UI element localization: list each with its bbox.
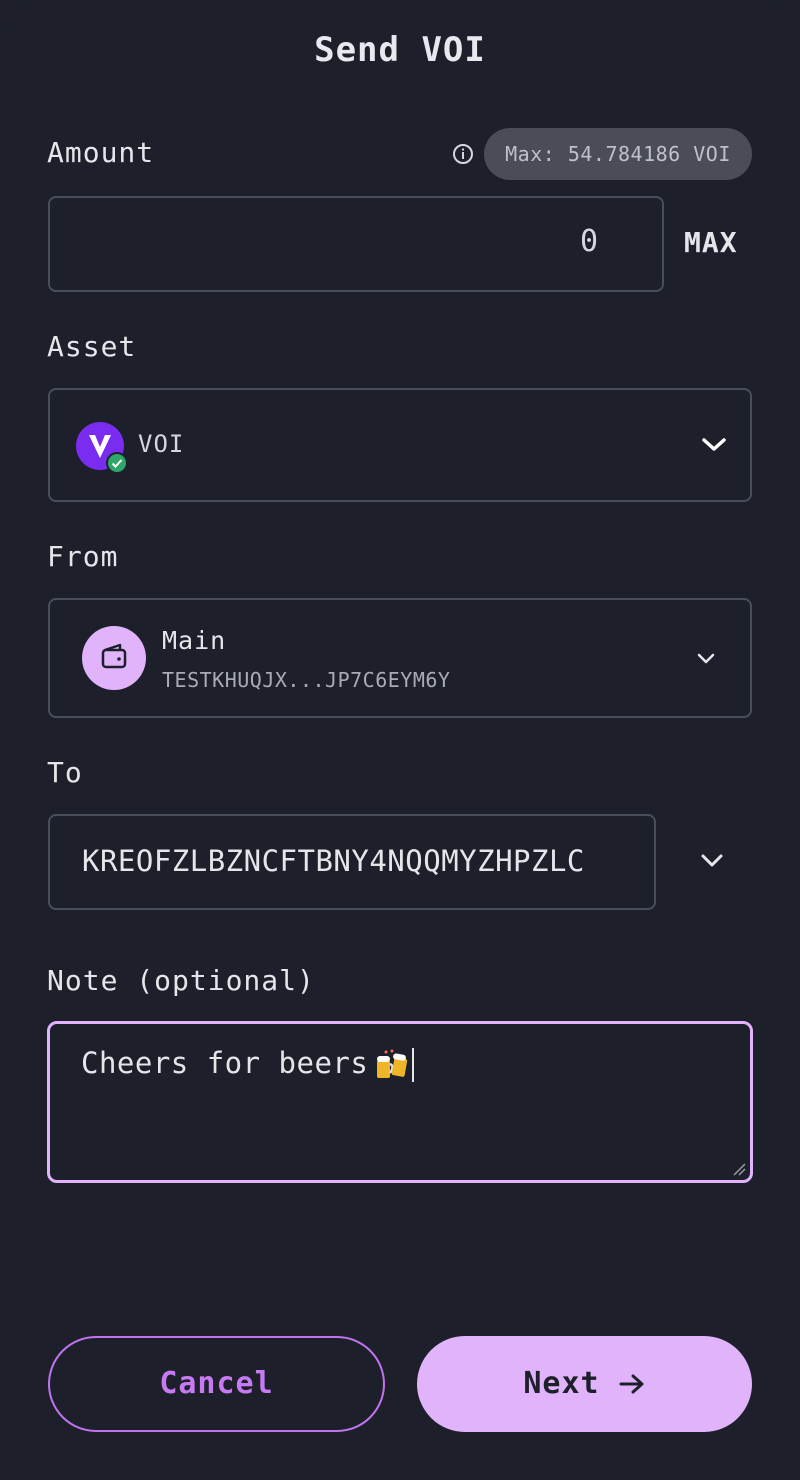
cancel-button[interactable]: Cancel [48,1336,385,1432]
verified-check-icon [106,452,128,474]
note-label: Note (optional) [47,964,315,997]
note-content: Cheers for beers [81,1046,415,1082]
from-label: From [47,540,119,573]
asset-select[interactable]: VOI [48,388,752,502]
wallet-name: Main [162,626,227,655]
to-label: To [47,756,83,789]
next-button[interactable]: Next [417,1336,752,1432]
modal-title: Send VOI [314,30,486,70]
info-icon[interactable] [452,143,474,165]
arrow-right-icon [619,1374,644,1394]
wallet-address: TESTKHUQJX...JP7C6EYM6Y [162,668,451,692]
note-textarea[interactable]: Cheers for beers [47,1021,753,1183]
to-address-value: KREOFZLBZNCFTBNY4NQQMYZHPZLC [82,844,585,878]
cancel-button-label: Cancel [159,1366,274,1401]
text-caret [412,1048,415,1082]
asset-name: VOI [138,430,185,458]
next-button-label: Next [523,1366,600,1401]
address-book-dropdown-icon[interactable] [700,852,724,870]
send-modal: Send VOI Amount Max: 54.784186 VOI 0 MAX… [0,0,800,1480]
note-value: Cheers for beers [81,1046,369,1080]
to-address-input[interactable]: KREOFZLBZNCFTBNY4NQQMYZHPZLC [48,814,656,910]
chevron-down-icon [697,653,715,664]
wallet-icon [82,626,146,690]
amount-input[interactable]: 0 [48,196,664,292]
max-button[interactable]: MAX [684,226,738,259]
from-account-select[interactable]: Main TESTKHUQJX...JP7C6EYM6Y [48,598,752,718]
amount-label: Amount [47,136,155,169]
asset-label: Asset [47,330,137,363]
beer-mugs-icon [377,1049,408,1078]
amount-value: 0 [579,224,598,259]
resize-handle-icon[interactable] [732,1162,746,1176]
chevron-down-icon [702,438,726,451]
max-balance-badge: Max: 54.784186 VOI [484,128,752,180]
